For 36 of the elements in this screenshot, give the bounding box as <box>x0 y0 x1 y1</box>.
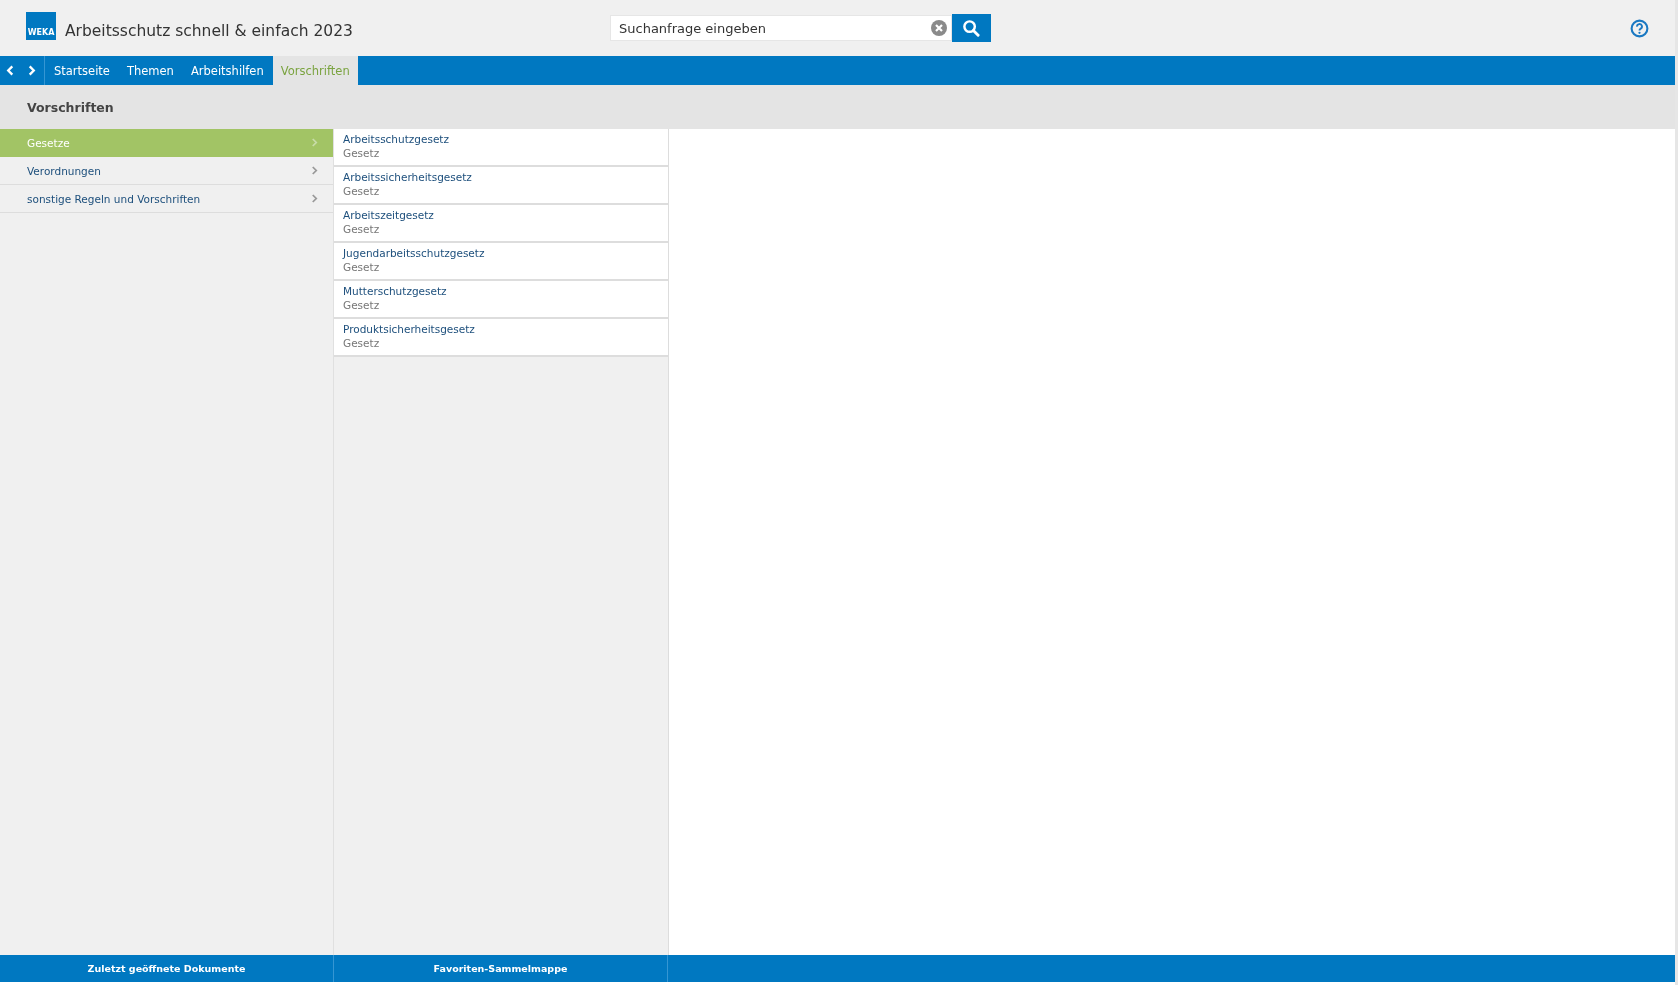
document-title[interactable]: Arbeitssicherheitsgesetz <box>343 171 659 183</box>
footer-button[interactable]: Favoriten-Sammelmappe <box>334 955 668 982</box>
sidebar-item[interactable]: sonstige Regeln und Vorschriften <box>0 185 333 213</box>
document-item[interactable]: Arbeitssicherheitsgesetz Gesetz <box>334 167 668 205</box>
document-title[interactable]: Jugendarbeitsschutzgesetz <box>343 247 659 259</box>
section-title: Vorschriften <box>27 99 114 115</box>
help-icon[interactable] <box>1630 18 1649 38</box>
document-type: Gesetz <box>343 223 381 235</box>
document-item[interactable]: Jugendarbeitsschutzgesetz Gesetz <box>334 243 668 281</box>
nav-tab[interactable]: Startseite <box>46 56 118 85</box>
footer-button[interactable]: Zuletzt geöffnete Dokumente <box>0 955 334 982</box>
document-title[interactable]: Produktsicherheitsgesetz <box>343 323 659 335</box>
nav-tab[interactable]: Themen <box>118 56 182 85</box>
document-item[interactable]: Mutterschutzgesetz Gesetz <box>334 281 668 319</box>
document-item[interactable]: Arbeitsschutzgesetz Gesetz <box>334 129 668 167</box>
chevron-right-icon <box>311 166 318 175</box>
document-title[interactable]: Arbeitszeitgesetz <box>343 209 659 221</box>
logo: WEKA <box>26 12 56 40</box>
document-type: Gesetz <box>343 337 381 349</box>
chevron-right-icon <box>311 138 318 147</box>
search-button[interactable] <box>952 14 991 42</box>
document-item[interactable]: Produktsicherheitsgesetz Gesetz <box>334 319 668 357</box>
search-icon <box>962 18 981 38</box>
chevron-right-icon <box>311 194 318 203</box>
document-type: Gesetz <box>343 299 381 311</box>
sidebar-item[interactable]: Verordnungen <box>0 157 333 185</box>
document-type: Gesetz <box>343 185 381 197</box>
document-title[interactable]: Arbeitsschutzgesetz <box>343 133 659 145</box>
document-item[interactable]: Arbeitszeitgesetz Gesetz <box>334 205 668 243</box>
clear-icon[interactable] <box>931 20 947 36</box>
app-title: Arbeitsschutz schnell & einfach 2023 <box>65 22 353 40</box>
document-type: Gesetz <box>343 147 381 159</box>
document-type: Gesetz <box>343 261 381 273</box>
document-title[interactable]: Mutterschutzgesetz <box>343 285 659 297</box>
search-field[interactable]: Suchanfrage eingeben <box>610 15 952 41</box>
nav-tab[interactable]: Arbeitshilfen <box>182 56 272 85</box>
